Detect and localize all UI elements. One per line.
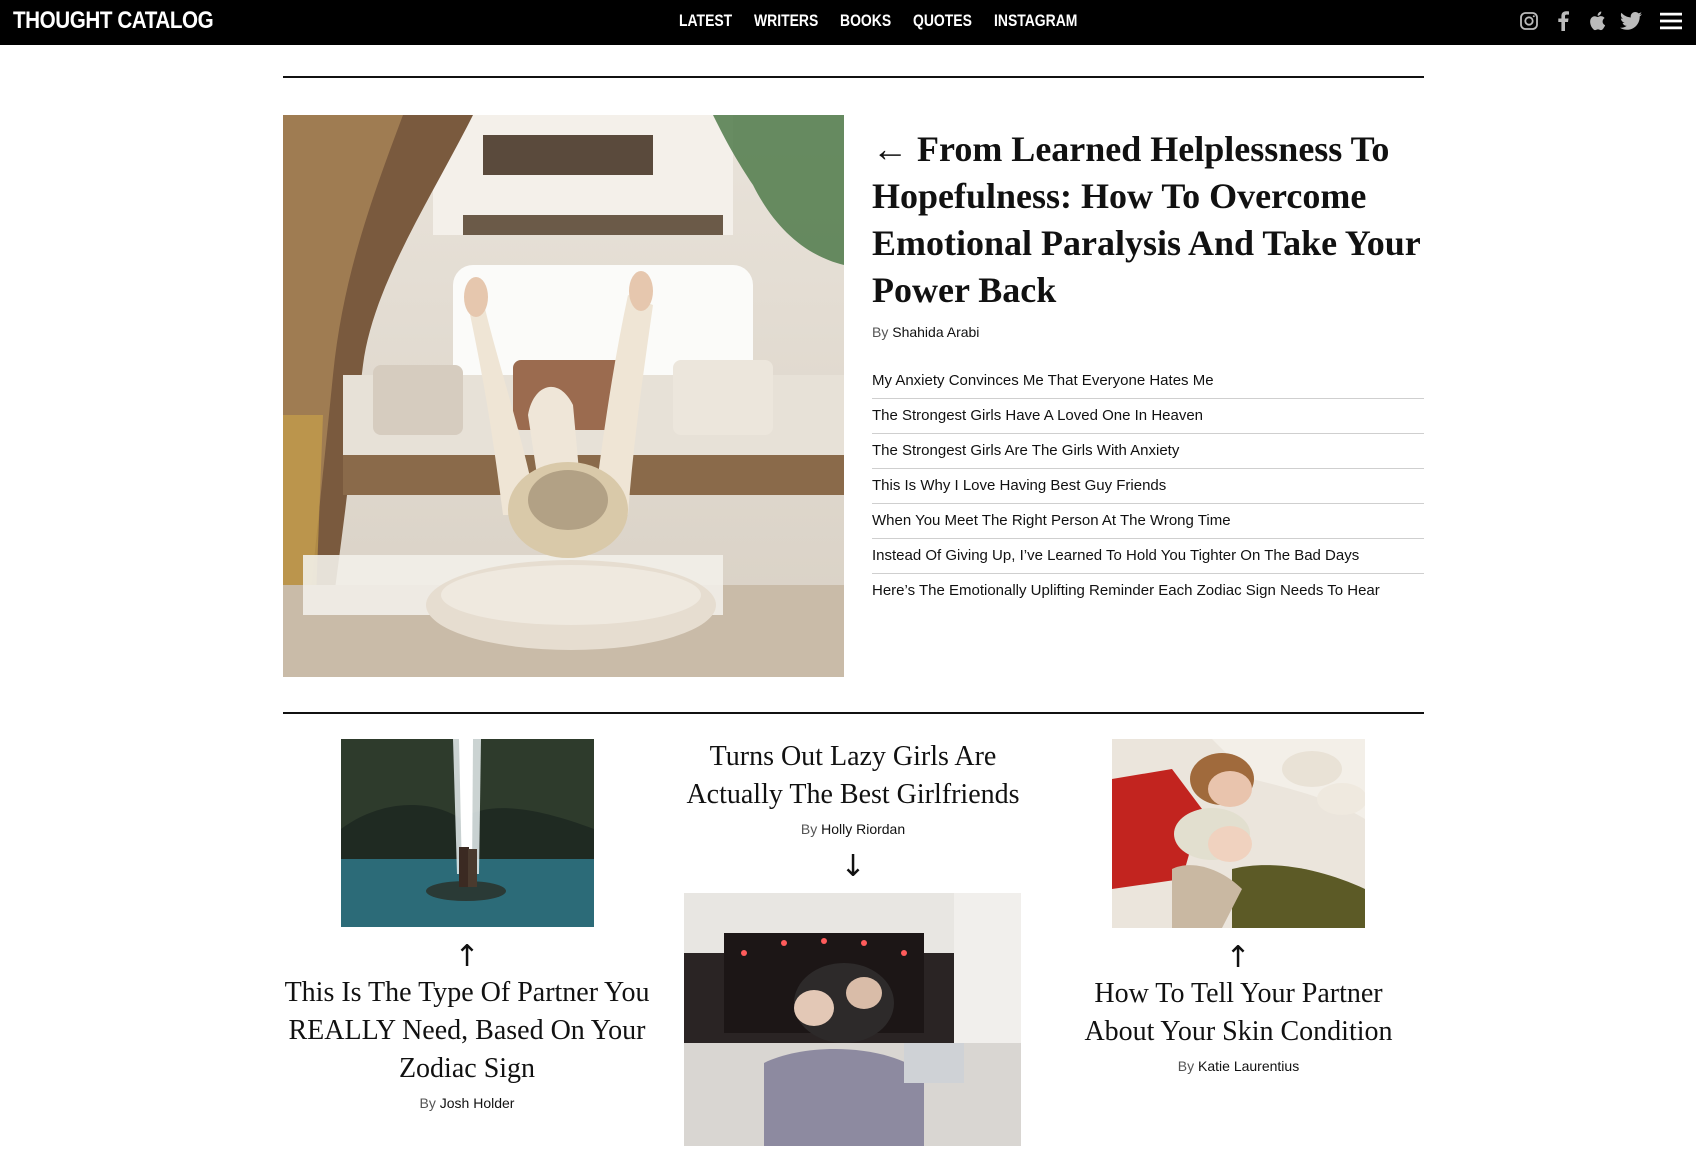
left-card-byline: By Josh Holder <box>283 1095 651 1111</box>
right-card-byline: By Katie Laurentius <box>1064 1058 1413 1074</box>
top-divider <box>283 76 1424 78</box>
top-navigation-bar: THOUGHT CATALOG LATEST WRITERS BOOKS QUO… <box>0 0 1696 45</box>
related-article-link[interactable]: This Is Why I Love Having Best Guy Frien… <box>872 469 1424 504</box>
right-card-image[interactable] <box>1112 739 1365 928</box>
main-nav: LATEST WRITERS BOOKS QUOTES INSTAGRAM <box>679 11 1094 31</box>
related-article-link[interactable]: Here’s The Emotionally Uplifting Reminde… <box>872 574 1424 608</box>
center-card-author-link[interactable]: Holly Riordan <box>821 821 905 837</box>
byline-label: By <box>419 1095 436 1111</box>
center-card-title[interactable]: Turns Out Lazy Girls Are Actually The Be… <box>660 738 1046 814</box>
nav-instagram[interactable]: INSTAGRAM <box>994 11 1077 31</box>
related-article-link[interactable]: Instead Of Giving Up, I’ve Learned To Ho… <box>872 539 1424 574</box>
feature-title[interactable]: ← From Learned Helplessness To Hopefulne… <box>872 126 1424 314</box>
right-card-title[interactable]: How To Tell Your Partner About Your Skin… <box>1064 975 1413 1051</box>
feature-title-text[interactable]: From Learned Helplessness To Hopefulness… <box>872 129 1420 310</box>
twitter-icon[interactable] <box>1620 10 1642 32</box>
middle-divider <box>283 712 1424 714</box>
nav-quotes[interactable]: QUOTES <box>913 11 972 31</box>
related-article-link[interactable]: When You Meet The Right Person At The Wr… <box>872 504 1424 539</box>
byline-label: By <box>800 821 818 837</box>
byline-label: By <box>1177 1058 1195 1074</box>
facebook-icon[interactable] <box>1552 10 1574 32</box>
center-card-image[interactable] <box>684 893 1021 1146</box>
left-card-author-link[interactable]: Josh Holder <box>440 1095 515 1111</box>
left-arrow-icon: ← <box>872 129 908 169</box>
byline-label: By <box>872 324 889 340</box>
apple-icon[interactable] <box>1586 10 1608 32</box>
feature-article: ← From Learned Helplessness To Hopefulne… <box>872 126 1424 608</box>
left-card-image[interactable] <box>341 739 594 927</box>
instagram-icon[interactable] <box>1518 10 1540 32</box>
feature-byline: By Shahida Arabi <box>872 324 1424 340</box>
nav-writers[interactable]: WRITERS <box>754 11 818 31</box>
down-arrow-icon: ↓ <box>840 849 866 884</box>
site-logo[interactable]: THOUGHT CATALOG <box>13 7 214 35</box>
feature-image[interactable] <box>283 115 844 677</box>
social-links <box>1518 10 1682 32</box>
related-article-link[interactable]: The Strongest Girls Are The Girls With A… <box>872 434 1424 469</box>
nav-latest[interactable]: LATEST <box>679 11 732 31</box>
menu-icon[interactable] <box>1660 10 1682 32</box>
up-arrow-icon: ↑ <box>1225 940 1251 975</box>
feature-author-link[interactable]: Shahida Arabi <box>892 324 979 340</box>
related-article-link[interactable]: My Anxiety Convinces Me That Everyone Ha… <box>872 364 1424 399</box>
left-card-title[interactable]: This Is The Type Of Partner You REALLY N… <box>283 974 651 1088</box>
nav-books[interactable]: BOOKS <box>840 11 891 31</box>
related-articles-list: My Anxiety Convinces Me That Everyone Ha… <box>872 364 1424 608</box>
related-article-link[interactable]: The Strongest Girls Have A Loved One In … <box>872 399 1424 434</box>
up-arrow-icon: ↑ <box>454 939 480 974</box>
center-card-byline: By Holly Riordan <box>660 821 1046 837</box>
right-card-author-link[interactable]: Katie Laurentius <box>1198 1058 1299 1074</box>
